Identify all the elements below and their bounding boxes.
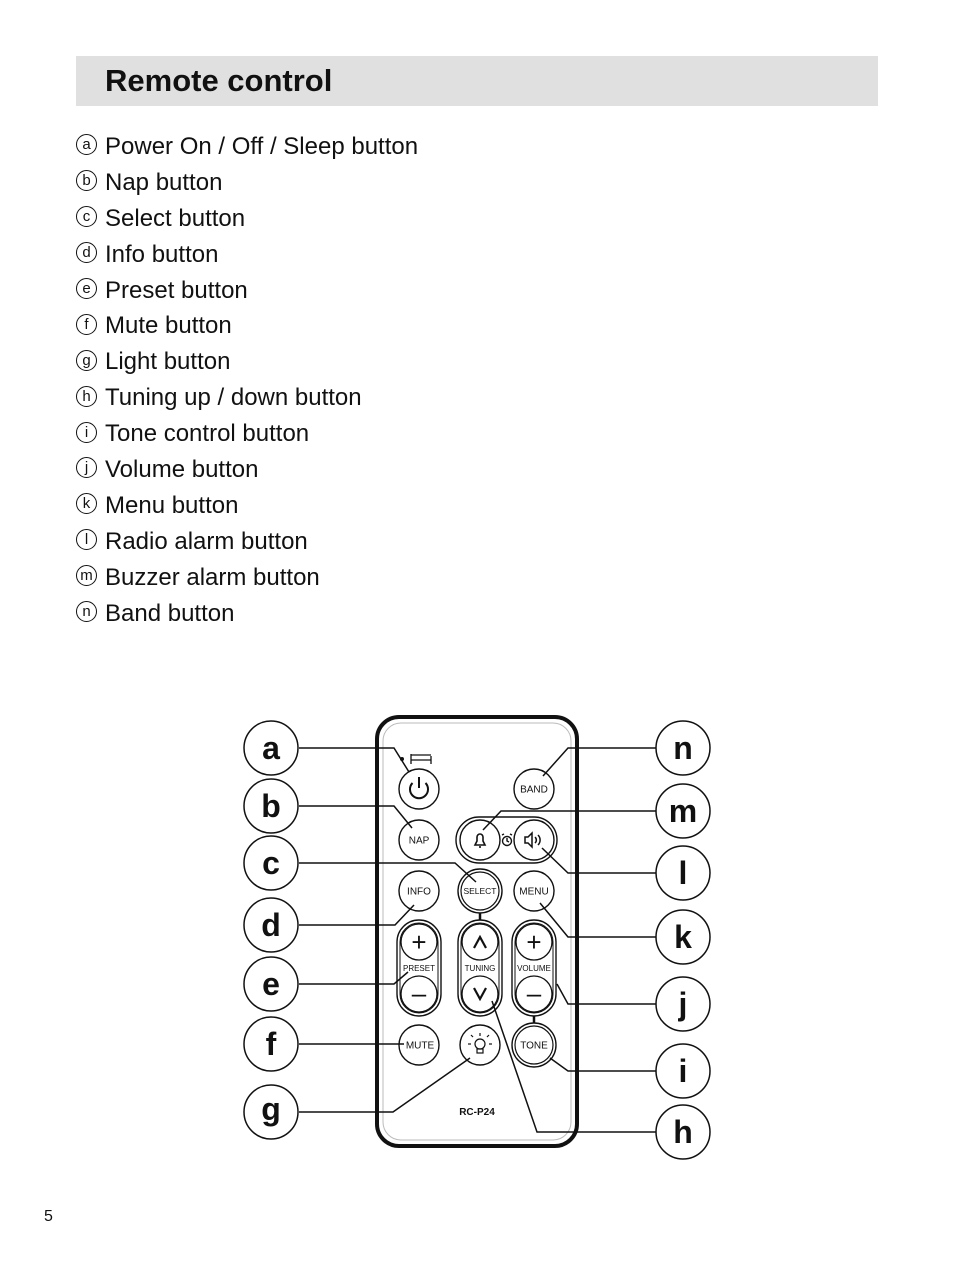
bell-icon [473,833,487,848]
callout-label-l: l [679,855,688,891]
power-icon [409,777,429,800]
power-button[interactable] [398,768,440,810]
callout-label-k: k [674,919,692,955]
callout-label-g: g [261,1091,281,1127]
page-number: 5 [44,1208,53,1225]
bed-icon [410,754,432,764]
callout-label-n: n [673,730,693,766]
radio-alarm-button[interactable] [513,819,555,861]
band-label: BAND [520,785,548,796]
remote-body [375,715,579,1148]
leader-l [541,847,656,874]
select-label: SELECT [464,886,497,896]
model-label: RC-P24 [459,1107,495,1118]
callout-label-a: a [262,730,280,766]
chevron-up-icon [473,934,487,949]
alarm-clock-icon [501,833,513,847]
leader-i [549,1057,656,1072]
alarm-button-group [455,816,558,864]
callout-label-h: h [673,1114,693,1150]
leader-b [299,805,413,829]
leader-e [299,971,409,985]
tuning-label: TUNING [465,964,496,973]
leader-j [556,983,656,1005]
leader-a [299,747,410,773]
chevron-down-icon [473,987,487,1002]
volume-label: VOLUME [517,964,551,973]
callout-label-b: b [261,788,281,824]
tuning-up-button[interactable] [461,923,499,961]
buzzer-alarm-button[interactable] [459,819,501,861]
callout-label-j: j [678,986,688,1022]
callout-label-m: m [669,793,697,829]
sleep-dot [400,757,404,761]
speaker-icon [524,831,541,849]
info-label: INFO [407,887,431,898]
remote-diagram: BAND NAP INFO SELECT MENU PRESET TUNING … [243,715,711,1160]
leader-m [482,810,656,831]
leader-d [299,904,415,926]
light-button[interactable] [459,1024,501,1066]
leader-k [539,902,656,938]
callout-label-f: f [266,1026,277,1062]
tuning-down-button[interactable] [461,975,499,1013]
volume-plus-label: + [526,927,541,957]
preset-plus-label: + [411,927,426,957]
callout-label-i: i [679,1053,688,1089]
callout-label-e: e [262,966,280,1002]
tone-label: TONE [520,1041,548,1052]
leader-n [542,747,656,777]
preset-minus-label: – [412,978,427,1008]
mute-label: MUTE [406,1041,435,1052]
nap-label: NAP [409,836,430,847]
leader-h [491,1000,656,1133]
light-bulb-icon [468,1033,492,1054]
menu-label: MENU [519,887,548,898]
leader-g [299,1057,471,1113]
preset-label: PRESET [403,964,435,973]
callout-circles [243,720,711,1160]
leader-c [299,862,477,883]
volume-minus-label: – [527,978,542,1008]
callout-label-c: c [262,845,280,881]
callout-label-d: d [261,907,281,943]
